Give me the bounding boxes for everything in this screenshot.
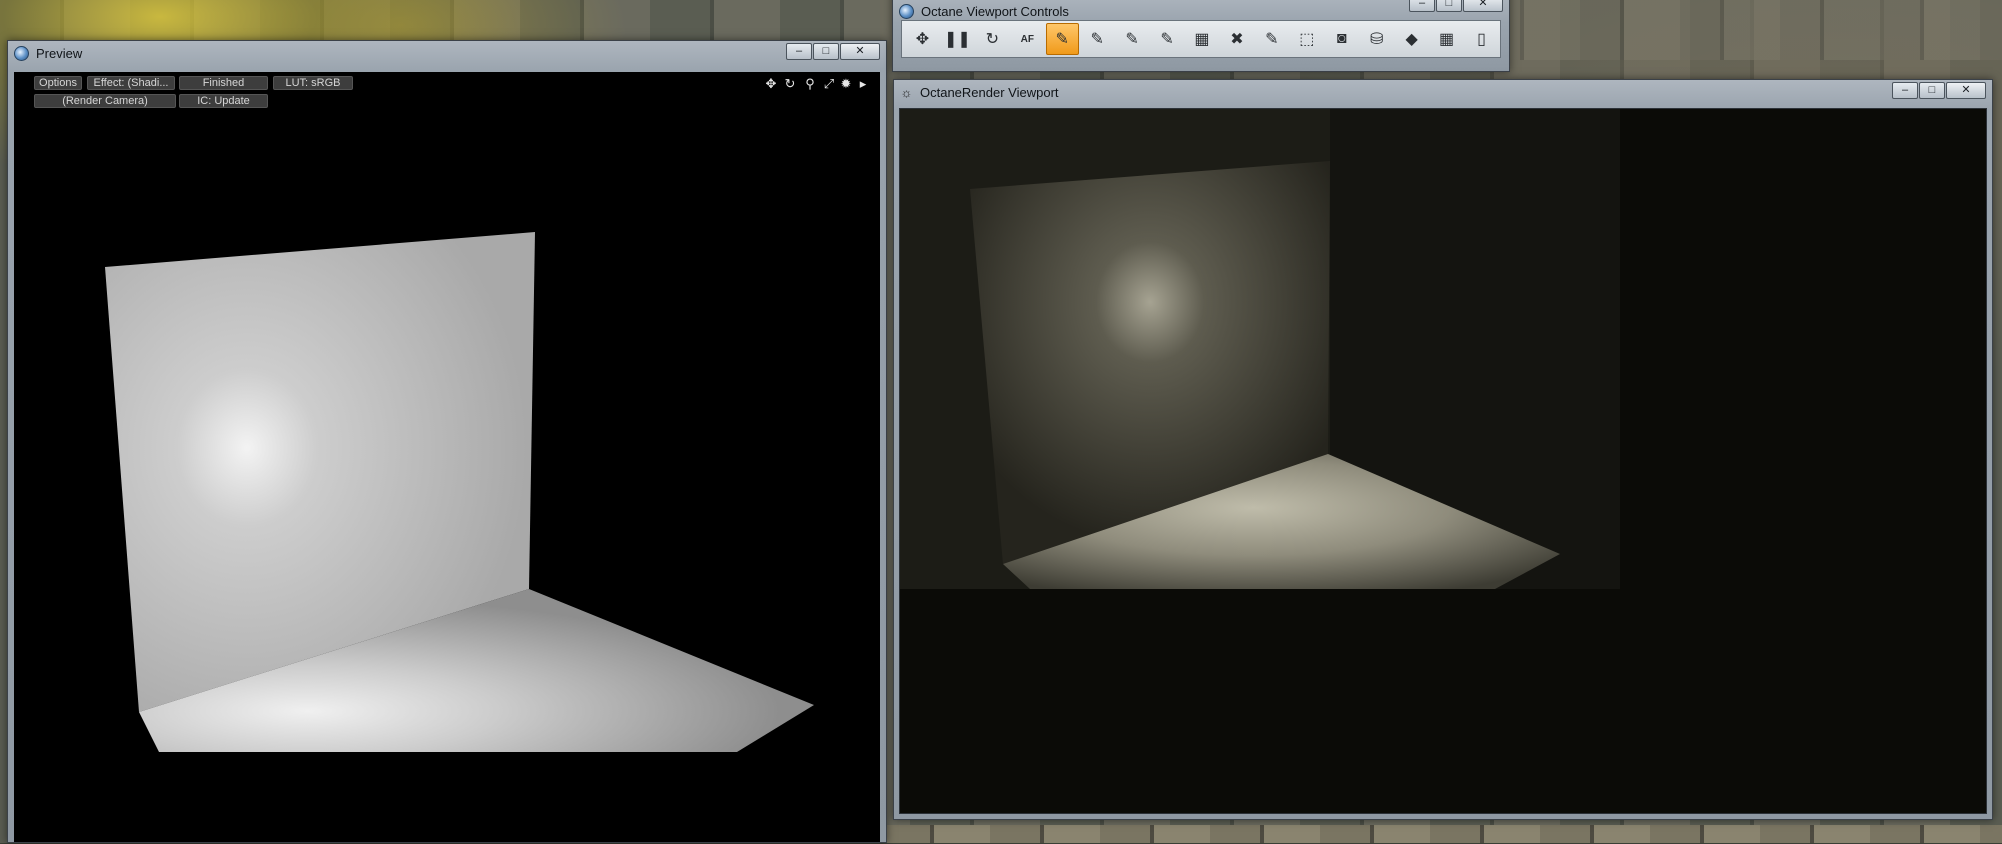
material-icon: ◆ [1405, 31, 1418, 48]
toolbar-button-pick-focus[interactable]: ✎ [1045, 23, 1079, 55]
restart-icon: ↻ [985, 31, 1000, 48]
pick-object-icon: ✎ [1160, 31, 1174, 48]
snapshot-icon: ◙ [1336, 30, 1347, 47]
toolbar-button-material[interactable]: ◆ [1395, 23, 1428, 55]
close-button[interactable]: ✕ [1463, 0, 1503, 12]
desktop-wallpaper-bottom [880, 825, 2002, 843]
region-render-icon: ▦ [1194, 31, 1210, 48]
close-button[interactable]: ✕ [1946, 82, 1986, 99]
controls-title: Octane Viewport Controls [921, 3, 1069, 19]
minimize-button[interactable]: – [786, 43, 812, 60]
viewport-controls-window: Octane Viewport Controls – □ ✕ ✥ ❚❚ ↻ AF ✎ ✎ ✎… [892, 0, 1510, 72]
maximize-button[interactable]: □ [1919, 82, 1945, 99]
close-button[interactable]: ✕ [840, 43, 880, 60]
render-title: OctaneRender Viewport [920, 84, 1059, 100]
sun-icon: ☼ [900, 84, 913, 100]
preview-render [105, 232, 814, 752]
toolbar-button-color-palette[interactable]: ▦ [1430, 23, 1463, 55]
viewport-toolbar: ✥ ❚❚ ↻ AF ✎ ✎ ✎ ✎ ▦ ✖ ✎ ⬚ ◙ ⛁ ◆ ▦ ▯ [901, 20, 1501, 58]
save-image-icon: ⛁ [1369, 31, 1384, 48]
render-window-controls: – □ ✕ [1891, 82, 1986, 99]
zoom-region-icon: ⬚ [1299, 31, 1315, 48]
toolbar-button-pause[interactable]: ❚❚ [941, 23, 974, 55]
toolbar-button-snapshot[interactable]: ◙ [1325, 23, 1358, 55]
toolbar-button-restart[interactable]: ↻ [976, 23, 1009, 55]
render-canvas[interactable] [899, 108, 1987, 814]
toolbar-button-pick-camera[interactable]: ✎ [1255, 23, 1288, 55]
pick-white-balance-icon: ✎ [1090, 31, 1104, 48]
minimize-button[interactable]: – [1409, 0, 1435, 12]
fit-view-icon: ✥ [915, 31, 930, 48]
app-icon [899, 3, 914, 19]
toolbar-button-region-render[interactable]: ▦ [1186, 23, 1219, 55]
minimize-button[interactable]: – [1892, 82, 1918, 99]
toolbar-button-pick-object[interactable]: ✎ [1151, 23, 1184, 55]
octane-render [900, 109, 1620, 589]
toolbar-button-autofocus[interactable]: AF [1011, 23, 1044, 55]
preview-canvas[interactable]: Options Effect: (Shadi... Finished LUT: … [14, 72, 880, 842]
pick-camera-icon: ✎ [1265, 31, 1279, 48]
pick-focus-icon: ✎ [1055, 31, 1069, 48]
preview-titlebar[interactable]: Preview – □ ✕ [8, 41, 886, 65]
clear-region-icon: ✖ [1230, 31, 1244, 48]
render-titlebar[interactable]: ☼ OctaneRender Viewport – □ ✕ [894, 80, 1992, 104]
controls-window-controls: – □ ✕ [1408, 0, 1503, 12]
toolbar-button-fit-view[interactable]: ✥ [906, 23, 939, 55]
app-icon [14, 45, 29, 61]
toolbar-button-clear-region[interactable]: ✖ [1220, 23, 1253, 55]
toolbar-button-pick-material[interactable]: ✎ [1116, 23, 1149, 55]
toolbar-button-device[interactable]: ▯ [1465, 23, 1498, 55]
maximize-button[interactable]: □ [1436, 0, 1462, 12]
pause-icon: ❚❚ [944, 31, 971, 48]
pick-material-icon: ✎ [1125, 31, 1139, 48]
preview-window: Preview – □ ✕ Options Effect: (Shadi... … [7, 40, 887, 843]
toolbar-button-zoom-region[interactable]: ⬚ [1290, 23, 1323, 55]
toolbar-button-save-image[interactable]: ⛁ [1360, 23, 1393, 55]
maximize-button[interactable]: □ [813, 43, 839, 60]
octane-render-window: ☼ OctaneRender Viewport – □ ✕ [893, 79, 1993, 820]
toolbar-button-pick-white-balance[interactable]: ✎ [1081, 23, 1114, 55]
color-palette-icon: ▦ [1438, 31, 1455, 48]
autofocus-icon: AF [1020, 33, 1034, 45]
preview-window-controls: – □ ✕ [785, 43, 880, 60]
render-image [900, 109, 1620, 589]
preview-title: Preview [36, 45, 83, 61]
device-icon: ▯ [1477, 31, 1486, 48]
